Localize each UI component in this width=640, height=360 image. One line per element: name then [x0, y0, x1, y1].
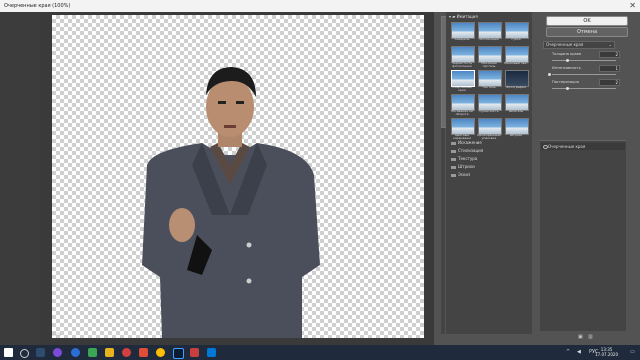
filter-thumb-label: Масляная пастель — [481, 61, 497, 68]
category-header[interactable]: ▾ ▰ Имитация — [449, 14, 478, 19]
window-title: Очерченные края (100%) — [4, 3, 71, 9]
filter-thumb-label: Сухая кисть — [479, 109, 499, 113]
chevron-down-icon: ⌄ — [608, 42, 612, 47]
taskbar: ^ ◀ РУС 13:35 17.07.2020 ▭ — [0, 345, 640, 360]
app-icon[interactable] — [122, 348, 131, 357]
param-slider-handle[interactable] — [548, 73, 551, 76]
param-slider-track[interactable] — [552, 60, 616, 61]
param-slider-track[interactable] — [552, 74, 616, 75]
chevron-up-icon[interactable]: ^ — [566, 349, 570, 355]
zoom-level: 66% — [52, 332, 61, 337]
preview-area — [40, 12, 434, 345]
filter-thumb-label: Губка — [511, 37, 521, 41]
search-icon[interactable] — [20, 349, 29, 358]
trash-icon[interactable]: ▥ — [588, 334, 593, 340]
param-label: Постеризация — [552, 80, 579, 84]
folder-label: Эскиз — [458, 172, 471, 177]
task-view-icon[interactable] — [36, 348, 45, 357]
filter-thumb-label: Зернистость фотопленки — [452, 61, 472, 68]
app-icon[interactable] — [207, 348, 216, 357]
folder-icon — [451, 149, 456, 153]
param-value-input[interactable]: 2 — [599, 51, 620, 58]
folder-item[interactable]: Искажение — [449, 140, 482, 147]
folder-icon — [451, 173, 456, 177]
filter-thumb-label: Аппликация — [479, 37, 499, 41]
filter-thumb-label: Пастель — [482, 85, 496, 89]
clock-date: 17.07.2020 — [595, 352, 618, 357]
windows-start-icon[interactable] — [4, 348, 13, 357]
app-icon[interactable] — [88, 348, 97, 357]
folder-label: Стилизация — [458, 148, 484, 153]
folder-icon — [451, 165, 456, 169]
effect-layer-label: Очерченные края — [548, 144, 586, 149]
app-icon[interactable] — [53, 348, 62, 357]
filter-thumb-label: Неоновый свет — [504, 61, 528, 65]
category-label: Имитация — [456, 14, 478, 19]
close-icon[interactable]: ✕ — [629, 1, 636, 10]
new-layer-icon[interactable]: ▣ — [578, 334, 583, 340]
param-slider-handle[interactable] — [566, 59, 569, 62]
param-value-input[interactable]: 1 — [599, 65, 620, 72]
effect-layers-panel — [540, 140, 626, 331]
filter-thumb-label: Штрихи — [509, 133, 523, 137]
filter-thumb-label: Шпатель — [508, 109, 524, 113]
edge-icon[interactable] — [71, 348, 80, 357]
folder-label: Текстура — [458, 156, 478, 161]
param-label: Интенсивность — [552, 66, 581, 70]
transparent-canvas[interactable] — [52, 15, 424, 338]
clock[interactable]: 13:35 17.07.2020 — [595, 347, 618, 357]
notification-icon[interactable]: ▭ — [630, 349, 635, 355]
folder-icon — [451, 157, 456, 161]
folder-icon — [451, 141, 456, 145]
zoom-control[interactable]: 66% — [52, 332, 112, 341]
chevron-down-icon: ▾ ▰ — [449, 14, 457, 19]
param-value-input[interactable]: 2 — [599, 79, 620, 86]
param-slider-track[interactable] — [552, 88, 616, 89]
cancel-button[interactable]: Отмена — [546, 27, 628, 37]
folder-label: Штрихи — [458, 164, 475, 169]
effect-layer[interactable]: Очерченные края — [541, 143, 625, 150]
folder-label: Искажение — [458, 140, 482, 145]
folder-item[interactable]: Штрихи — [449, 164, 475, 171]
left-strip — [0, 12, 40, 345]
folder-icon[interactable] — [105, 348, 114, 357]
speaker-icon[interactable]: ◀ — [577, 349, 581, 355]
folder-item[interactable]: Текстура — [449, 156, 477, 163]
folder-item[interactable]: Стилизация — [449, 148, 483, 155]
photoshop-icon[interactable] — [173, 348, 184, 359]
chrome-icon[interactable] — [156, 348, 165, 357]
ok-button[interactable]: OK — [546, 16, 628, 26]
filter-thumb-label: Рисование на обороте — [451, 109, 473, 116]
param-label: Толщина краев — [552, 52, 582, 56]
app-icon[interactable] — [190, 348, 199, 357]
filter-select[interactable]: Очерченные края ⌄ — [543, 41, 615, 49]
param-slider-handle[interactable] — [566, 87, 569, 90]
filter-select-value: Очерченные края — [546, 42, 584, 47]
person-illustration — [142, 67, 320, 338]
filter-thumb-label: Очерченные края — [452, 85, 472, 92]
filter-thumb-label: Фотография — [506, 85, 526, 89]
folder-item[interactable]: Эскиз — [449, 172, 470, 179]
app-icon[interactable] — [139, 348, 148, 357]
eye-icon[interactable] — [543, 145, 548, 149]
filter-thumb-label: Акварель — [454, 37, 470, 41]
gallery-scrollbar[interactable] — [441, 16, 447, 334]
